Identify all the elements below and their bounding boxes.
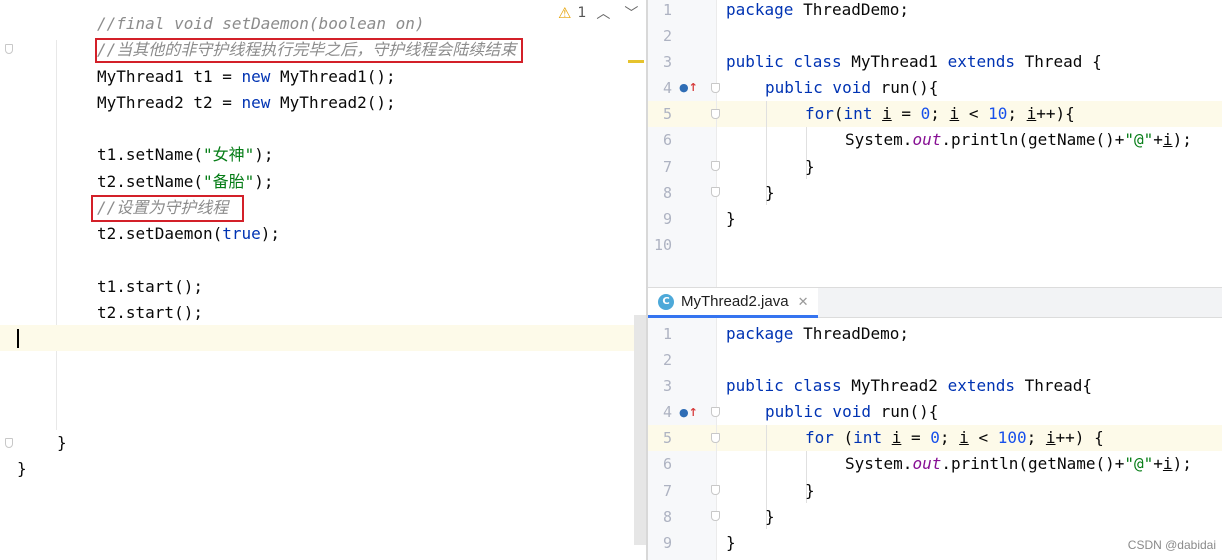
tab-label: MyThread2.java [681, 293, 789, 310]
code-line: for (int i = 0; i < 100; i++) { [805, 428, 1104, 447]
top-right-editor[interactable]: 1 2 3 4 5 6 7 8 9 10 ●↑ package ThreadDe… [648, 0, 1222, 287]
code-line: } [726, 209, 736, 228]
line-number: 8 [662, 508, 672, 526]
fold-marker-icon[interactable] [711, 161, 720, 171]
annotation-box [91, 195, 244, 222]
code-line: } [805, 157, 815, 176]
override-icon[interactable]: ●↑ [679, 406, 698, 420]
code-line: for(int i = 0; i < 10; i++){ [805, 104, 1075, 123]
line-number: 1 [662, 1, 672, 19]
line-number: 9 [662, 210, 672, 228]
annotation-box [95, 38, 523, 63]
fold-marker-icon[interactable] [5, 44, 13, 54]
warning-count: 1 [577, 5, 587, 21]
fold-marker-icon[interactable] [711, 433, 720, 443]
inspection-widget[interactable]: ⚠ 1 ︿ ﹀ [558, 2, 642, 24]
chevron-down-icon[interactable]: ﹀ [620, 3, 642, 23]
line-number: 3 [662, 53, 672, 71]
fold-marker-icon[interactable] [711, 83, 720, 93]
tab-mythread2-java[interactable]: C MyThread2.java ✕ [648, 288, 819, 318]
code-line: } [765, 183, 775, 202]
code-line: t2.start(); [97, 303, 203, 322]
left-editor[interactable]: //final void setDaemon(boolean on) //当其他… [0, 0, 646, 560]
line-number: 8 [662, 184, 672, 202]
line-number: 1 [662, 325, 672, 343]
line-number: 6 [662, 455, 672, 473]
text-caret [17, 329, 19, 348]
line-number: 10 [653, 236, 672, 254]
current-line-highlight [0, 325, 646, 351]
line-number: 7 [662, 158, 672, 176]
line-number: 3 [662, 377, 672, 395]
vertical-scrollbar[interactable] [634, 315, 646, 545]
code-line: } [57, 433, 67, 452]
override-icon[interactable]: ●↑ [679, 81, 698, 95]
line-number: 9 [662, 534, 672, 552]
code-line: } [765, 507, 775, 526]
code-line: public void run(){ [765, 78, 939, 97]
code-line: public class MyThread1 extends Thread { [726, 52, 1102, 71]
line-number: 4 [662, 79, 672, 97]
code-line: MyThread1 t1 = new MyThread1(); [97, 67, 396, 86]
code-line: t2.setName("备胎"); [97, 172, 274, 191]
code-line: package ThreadDemo; [726, 0, 910, 19]
line-number: 6 [662, 131, 672, 149]
code-line: } [17, 459, 27, 478]
code-line: package ThreadDemo; [726, 324, 910, 343]
line-number: 2 [662, 351, 672, 369]
code-line: System.out.println(getName()+"@"+i); [845, 130, 1192, 149]
gutter-separator [716, 0, 717, 287]
indent-guide [56, 40, 57, 430]
code-line: } [805, 481, 815, 500]
code-line: } [726, 533, 736, 552]
scrollbar-marker[interactable] [628, 60, 644, 63]
code-line: public void run(){ [765, 402, 939, 421]
code-line: t1.setName("女神"); [97, 145, 274, 164]
code-line: MyThread2 t2 = new MyThread2(); [97, 93, 396, 112]
code-line: public class MyThread2 extends Thread{ [726, 376, 1093, 395]
watermark: CSDN @dabidai [1127, 538, 1216, 552]
chevron-up-icon[interactable]: ︿ [592, 3, 614, 23]
line-number: 7 [662, 482, 672, 500]
code-line: t2.setDaemon(true); [97, 224, 281, 243]
fold-marker-icon[interactable] [711, 407, 720, 417]
fold-marker-icon[interactable] [711, 187, 720, 197]
code-line: t1.start(); [97, 277, 203, 296]
code-line: System.out.println(getName()+"@"+i); [845, 454, 1192, 473]
fold-marker-icon[interactable] [711, 485, 720, 495]
warning-icon[interactable]: ⚠ [558, 4, 571, 22]
line-number: 5 [662, 429, 672, 447]
close-icon[interactable]: ✕ [798, 294, 809, 310]
code-line: //final void setDaemon(boolean on) [97, 14, 425, 33]
fold-marker-icon[interactable] [5, 438, 13, 448]
bottom-right-editor[interactable]: 1 2 3 4 5 6 7 8 9 ●↑ package ThreadDemo;… [648, 318, 1222, 560]
java-class-icon: C [658, 293, 674, 310]
editor-tab-bar: C MyThread2.java ✕ [648, 287, 1222, 318]
line-number: 4 [662, 403, 672, 421]
line-number: 5 [662, 105, 672, 123]
fold-marker-icon[interactable] [711, 511, 720, 521]
line-number: 2 [662, 27, 672, 45]
fold-marker-icon[interactable] [711, 109, 720, 119]
